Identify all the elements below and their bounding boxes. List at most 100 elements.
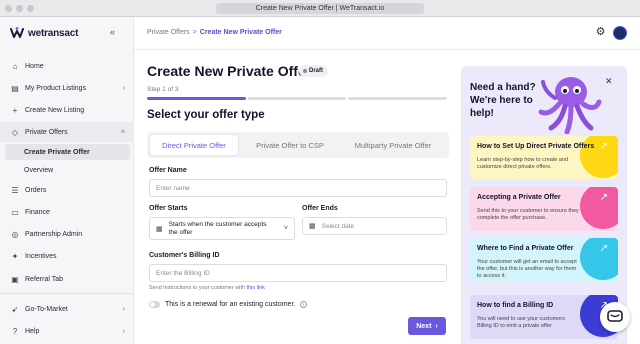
- chevron-down-icon: ˅: [283, 225, 288, 232]
- sidebar-item-go-to-market[interactable]: ➹ Go-To-Market ›: [0, 299, 134, 319]
- help-card-desc: You will need to use your customers Bill…: [477, 316, 565, 329]
- progress-segment: [147, 97, 246, 100]
- billing-id-input[interactable]: Enter the Billing ID: [149, 264, 447, 282]
- logo[interactable]: wetransact: [10, 27, 78, 39]
- help-card-title: Accepting a Private Offer: [477, 194, 561, 201]
- sidebar-item-label: Finance: [25, 208, 50, 216]
- listings-icon: ▤: [11, 83, 19, 93]
- close-window-dot[interactable]: [5, 5, 12, 12]
- help-card-accepting-offer[interactable]: ↗ Accepting a Private Offer Send this to…: [470, 187, 618, 231]
- offer-ends-date-input[interactable]: ▦ Select date: [302, 217, 447, 235]
- help-card-title: How to Set Up Direct Private Offers: [477, 143, 595, 150]
- chat-support-button[interactable]: [600, 302, 630, 332]
- help-card-title: How to find a Billing ID: [477, 302, 554, 309]
- offer-type-tabs: Direct Private Offer Private Offer to CS…: [147, 132, 449, 158]
- sidebar-divider: [0, 293, 134, 294]
- calendar-icon: ▦: [156, 225, 163, 233]
- sidebar-item-finance[interactable]: ▭ Finance: [0, 202, 134, 222]
- renewal-label: This is a renewal for an existing custom…: [165, 301, 296, 308]
- sidebar-item-label: Home: [25, 62, 44, 70]
- maximize-window-dot[interactable]: [27, 5, 34, 12]
- info-icon[interactable]: i: [300, 301, 308, 308]
- help-card-desc: Send this to your customer to ensure the…: [477, 208, 579, 221]
- finance-icon: ▭: [11, 207, 19, 217]
- gear-icon[interactable]: ⚙: [594, 26, 607, 39]
- partnership-icon: ◎: [11, 229, 19, 239]
- hint-text: Send instructions to your customer with: [149, 285, 245, 291]
- home-icon: ⌂: [12, 61, 18, 71]
- next-button-label: Next: [416, 322, 432, 330]
- window-title: Create New Private Offer | WeTransact.io: [216, 3, 424, 14]
- sidebar-subitem-create-private-offer[interactable]: Create Private Offer: [5, 144, 130, 160]
- section-title: Select your offer type: [147, 109, 265, 121]
- sidebar-item-label: Private Offers: [25, 128, 68, 136]
- sidebar-item-create-new-listing[interactable]: + Create New Listing: [0, 100, 134, 120]
- offer-name-input[interactable]: Enter name: [149, 179, 447, 197]
- sidebar-item-private-offers[interactable]: ◇ Private Offers ˄: [0, 122, 134, 142]
- avatar[interactable]: [613, 26, 627, 40]
- status-badge: Draft: [299, 65, 329, 77]
- minimize-window-dot[interactable]: [16, 5, 23, 12]
- offer-starts-select[interactable]: ▦ Starts when the customer accepts the o…: [149, 217, 295, 240]
- sidebar-item-label: Go-To-Market: [25, 305, 68, 313]
- arrow-up-right-icon: ↗: [599, 141, 608, 152]
- offer-starts-label: Offer Starts: [149, 205, 188, 212]
- billing-id-hint: Send instructions to your customer with …: [149, 285, 265, 291]
- window-controls: [5, 5, 34, 12]
- progress-segment: [348, 97, 448, 100]
- help-icon: ?: [12, 326, 18, 336]
- orders-icon: ☰: [11, 185, 19, 195]
- sidebar-item-incentives[interactable]: ✦ Incentives: [0, 246, 134, 266]
- step-progress-bar: [147, 97, 448, 100]
- sidebar-item-label: My Product Listings: [25, 84, 87, 92]
- sidebar-item-help[interactable]: ? Help ›: [0, 321, 134, 341]
- sidebar-item-my-product-listings[interactable]: ▤ My Product Listings ›: [0, 78, 134, 98]
- collapse-sidebar-icon[interactable]: «: [110, 27, 115, 37]
- sidebar-item-label: Orders: [25, 186, 47, 194]
- help-card-desc: Your customer will get an email to accep…: [477, 259, 577, 279]
- sidebar-item-label: Referral Tab: [25, 275, 64, 283]
- offer-starts-value: Starts when the customer accepts the off…: [168, 220, 267, 236]
- close-icon[interactable]: ✕: [605, 76, 613, 87]
- offer-ends-placeholder: Select date: [321, 222, 355, 230]
- sidebar-subitem-overview[interactable]: Overview: [5, 162, 130, 178]
- hint-link[interactable]: this link: [247, 285, 265, 291]
- sidebar-item-orders[interactable]: ☰ Orders: [0, 180, 134, 200]
- breadcrumb: Private Offers > Create New Private Offer: [147, 29, 282, 36]
- sidebar-subitem-label: Overview: [24, 166, 54, 174]
- chevron-right-icon: ›: [122, 327, 125, 335]
- sidebar-item-home[interactable]: ⌂ Home: [0, 56, 134, 76]
- help-card-find-offer[interactable]: ↗ Where to Find a Private Offer Your cus…: [470, 238, 618, 282]
- logo-icon: [10, 27, 24, 38]
- top-header: Private Offers > Create New Private Offer …: [134, 17, 640, 50]
- step-indicator: Step 1 of 3: [147, 86, 179, 93]
- help-title: Need a hand? We're here to help!: [470, 82, 536, 119]
- progress-segment: [247, 97, 347, 100]
- help-card-title: Where to Find a Private Offer: [477, 245, 574, 252]
- sidebar-item-referral-tab[interactable]: ▣ Referral Tab: [0, 269, 134, 289]
- help-card-direct-offers[interactable]: ↗ How to Set Up Direct Private Offers Le…: [470, 136, 618, 180]
- sidebar: wetransact « ⌂ Home ▤ My Product Listing…: [0, 17, 134, 344]
- arrow-up-right-icon: ↗: [599, 243, 608, 254]
- tab-direct-private-offer[interactable]: Direct Private Offer: [150, 135, 238, 155]
- calendar-icon: ▦: [309, 223, 316, 230]
- breadcrumb-current: Create New Private Offer: [199, 29, 282, 36]
- chevron-right-icon: ›: [122, 305, 125, 313]
- incentives-icon: ✦: [11, 251, 19, 261]
- chevron-right-icon: ›: [122, 84, 125, 92]
- sidebar-item-label: Incentives: [25, 252, 57, 260]
- status-badge-label: Draft: [309, 68, 324, 74]
- tab-private-offer-to-csp[interactable]: Private Offer to CSP: [242, 135, 338, 155]
- renewal-toggle[interactable]: [149, 301, 160, 308]
- billing-id-label: Customer's Billing ID: [149, 252, 220, 259]
- sidebar-item-label: Create New Listing: [25, 106, 85, 114]
- rocket-icon: ➹: [11, 304, 19, 314]
- sidebar-item-label: Help: [25, 327, 40, 335]
- breadcrumb-parent[interactable]: Private Offers: [147, 29, 190, 36]
- create-offer-form: Create New Private Offer Draft Step 1 of…: [134, 50, 450, 344]
- referral-icon: ▣: [11, 274, 19, 284]
- sidebar-item-partnership-admin[interactable]: ◎ Partnership Admin: [0, 224, 134, 244]
- tab-multiparty-private-offer[interactable]: Multiparty Private Offer: [342, 135, 444, 155]
- next-button[interactable]: Next ›: [408, 317, 446, 335]
- help-card-billing-id[interactable]: ↗ How to find a Billing ID You will need…: [470, 295, 618, 339]
